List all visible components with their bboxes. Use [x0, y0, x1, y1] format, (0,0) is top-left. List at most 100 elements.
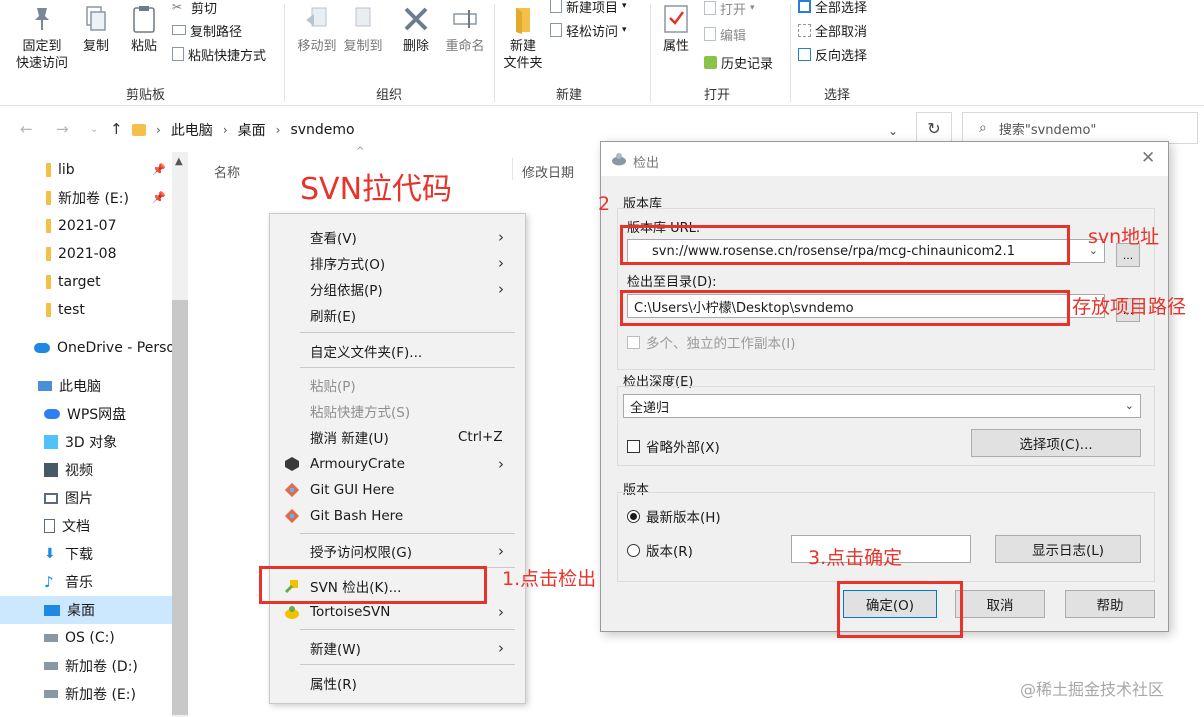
nav-item-lib[interactable]: lib — [0, 156, 172, 184]
menu-item-group-by[interactable]: 分组依据(P) › — [270, 276, 525, 302]
new-folder-icon — [516, 8, 530, 34]
menu-item-label: 分组依据(P) — [310, 283, 383, 299]
column-divider[interactable] — [512, 158, 513, 180]
rename-button[interactable]: 重命名 — [440, 4, 490, 55]
paste-button[interactable]: 粘贴 — [124, 4, 164, 55]
new-item-button[interactable]: 新建项目 ▾ — [550, 0, 627, 16]
navigation-pane: lib 📌 新加卷 (E:) 📌 2021-07 2021-08 target … — [0, 152, 190, 717]
menu-item-grant-access[interactable]: 授予访问权限(G) › — [270, 538, 525, 564]
easy-access-label: 轻松访问 — [566, 24, 619, 40]
help-button[interactable]: 帮助 — [1065, 590, 1155, 618]
nav-item-3d-objects[interactable]: 3D 对象 — [0, 428, 172, 456]
revision-radio[interactable]: 版本(R) — [627, 540, 693, 560]
properties-button[interactable]: 属性 — [658, 4, 694, 55]
nav-item-2021-08[interactable]: 2021-08 — [0, 240, 172, 268]
nav-item-test[interactable]: test — [0, 296, 172, 324]
nav-item-drive-e[interactable]: 新加卷 (E:) — [0, 184, 172, 212]
menu-separator — [300, 367, 515, 368]
menu-item-properties[interactable]: 属性(R) — [270, 670, 525, 696]
nav-item-2021-07[interactable]: 2021-07 — [0, 212, 172, 240]
menu-item-git-bash[interactable]: Git Bash Here — [270, 503, 525, 529]
menu-item-paste-shortcut[interactable]: 粘贴快捷方式(S) — [270, 398, 525, 424]
multiple-working-copies-checkbox[interactable]: 多个、独立的工作副本(I) — [627, 332, 796, 352]
folder-icon — [46, 219, 51, 233]
breadcrumb-chevron-icon: › — [156, 123, 161, 137]
column-header-name[interactable]: 名称 — [214, 162, 240, 181]
easy-access-button[interactable]: 轻松访问 ▾ — [550, 20, 627, 40]
address-dropdown-icon[interactable]: ⌄ — [888, 124, 898, 138]
depth-select[interactable]: 全递归 ⌄ — [623, 394, 1141, 418]
history-button[interactable]: 历史记录 — [704, 52, 773, 72]
annotation-box-svn-checkout — [259, 566, 487, 604]
choose-items-button[interactable]: 选择项(C)... — [971, 429, 1141, 457]
omit-externals-checkbox[interactable]: 省略外部(X) — [627, 436, 720, 456]
breadcrumb-this-pc[interactable]: 此电脑 — [171, 120, 213, 140]
column-header-modified[interactable]: 修改日期 — [522, 162, 574, 181]
invert-selection-button[interactable]: 反向选择 — [798, 44, 867, 64]
scissors-icon: ✂ — [172, 0, 183, 14]
nav-item-wps[interactable]: WPS网盘 — [0, 400, 172, 428]
cancel-button[interactable]: 取消 — [955, 590, 1045, 618]
close-icon[interactable]: ✕ — [1141, 148, 1155, 168]
pin-to-quick-access-button[interactable]: 固定到 快速访问 — [14, 4, 70, 72]
search-box[interactable]: ⌕ 搜索"svndemo" — [962, 112, 1198, 144]
nav-item-label: 2021-07 — [58, 218, 117, 234]
menu-item-label: Git GUI Here — [310, 482, 395, 498]
refresh-button[interactable]: ↻ — [916, 112, 952, 144]
menu-item-sort[interactable]: 排序方式(O) › — [270, 250, 525, 276]
refresh-icon: ↻ — [927, 118, 941, 138]
paste-shortcut-button[interactable]: 粘贴快捷方式 — [172, 44, 266, 64]
dropdown-caret-icon: ▾ — [622, 25, 627, 35]
nav-item-music[interactable]: ♪ 音乐 — [0, 568, 172, 596]
copy-path-button[interactable]: 复制路径 — [172, 20, 242, 40]
forward-arrow-icon[interactable]: → — [56, 120, 69, 138]
copy-to-icon — [355, 7, 371, 27]
menu-item-armourycrate[interactable]: ArmouryCrate › — [270, 451, 525, 477]
menu-item-label: 自定义文件夹(F)... — [310, 345, 423, 361]
move-to-button[interactable]: 移动到 — [292, 4, 342, 55]
breadcrumb-svndemo[interactable]: svndemo — [290, 122, 354, 138]
menu-item-git-gui[interactable]: Git GUI Here — [270, 477, 525, 503]
nav-item-documents[interactable]: 文档 — [0, 512, 172, 540]
menu-item-undo-new[interactable]: 撤消 新建(U) Ctrl+Z — [270, 424, 525, 450]
select-none-button[interactable]: 全部取消 — [798, 20, 867, 40]
nav-item-desktop[interactable]: 桌面 — [0, 596, 172, 624]
new-folder-label-1: 新建 — [509, 39, 536, 54]
menu-item-view[interactable]: 查看(V) › — [270, 224, 525, 250]
nav-item-downloads[interactable]: ⬇ 下载 — [0, 540, 172, 568]
breadcrumb-desktop[interactable]: 桌面 — [238, 120, 266, 140]
folder-icon — [46, 303, 51, 317]
show-log-button[interactable]: 显示日志(L) — [995, 535, 1141, 563]
delete-x-icon — [404, 7, 428, 31]
menu-item-new[interactable]: 新建(W) › — [270, 635, 525, 661]
nav-item-this-pc[interactable]: 此电脑 — [0, 372, 172, 400]
ribbon-divider — [790, 4, 791, 102]
menu-item-customize-folder[interactable]: 自定义文件夹(F)... — [270, 338, 525, 364]
copy-to-button[interactable]: 复制到 — [340, 4, 386, 55]
menu-item-paste[interactable]: 粘贴(P) — [270, 372, 525, 398]
open-group-label: 打开 — [704, 88, 731, 103]
cut-button[interactable]: ✂ 剪切 — [172, 0, 217, 17]
nav-item-label: OS (C:) — [65, 630, 115, 646]
address-bar[interactable]: › 此电脑 › 桌面 › svndemo — [132, 116, 912, 144]
head-revision-radio[interactable]: 最新版本(H) — [627, 506, 721, 526]
new-folder-button[interactable]: 新建 文件夹 — [498, 4, 548, 72]
nav-item-onedrive[interactable]: OneDrive - Perso — [0, 334, 172, 362]
copy-label: 复制 — [82, 39, 109, 54]
up-arrow-icon[interactable]: ↑ — [110, 120, 123, 138]
nav-item-videos[interactable]: 视频 — [0, 456, 172, 484]
delete-button[interactable]: 删除 — [398, 4, 434, 55]
back-arrow-icon[interactable]: ← — [20, 120, 33, 138]
open-button[interactable]: 打开 ▾ — [704, 0, 755, 18]
edit-button[interactable]: 编辑 — [704, 24, 746, 44]
recent-locations-icon[interactable]: ⌄ — [90, 124, 98, 135]
select-all-button[interactable]: 全部选择 — [798, 0, 867, 16]
move-to-icon — [306, 7, 327, 27]
nav-item-os-c[interactable]: OS (C:) — [0, 624, 172, 652]
nav-item-pictures[interactable]: 图片 — [0, 484, 172, 512]
nav-item-drive-e2[interactable]: 新加卷 (E:) — [0, 680, 172, 708]
nav-item-target[interactable]: target — [0, 268, 172, 296]
menu-item-refresh[interactable]: 刷新(E) — [270, 302, 525, 328]
copy-button[interactable]: 复制 — [78, 4, 114, 55]
nav-item-drive-d[interactable]: 新加卷 (D:) — [0, 652, 172, 680]
